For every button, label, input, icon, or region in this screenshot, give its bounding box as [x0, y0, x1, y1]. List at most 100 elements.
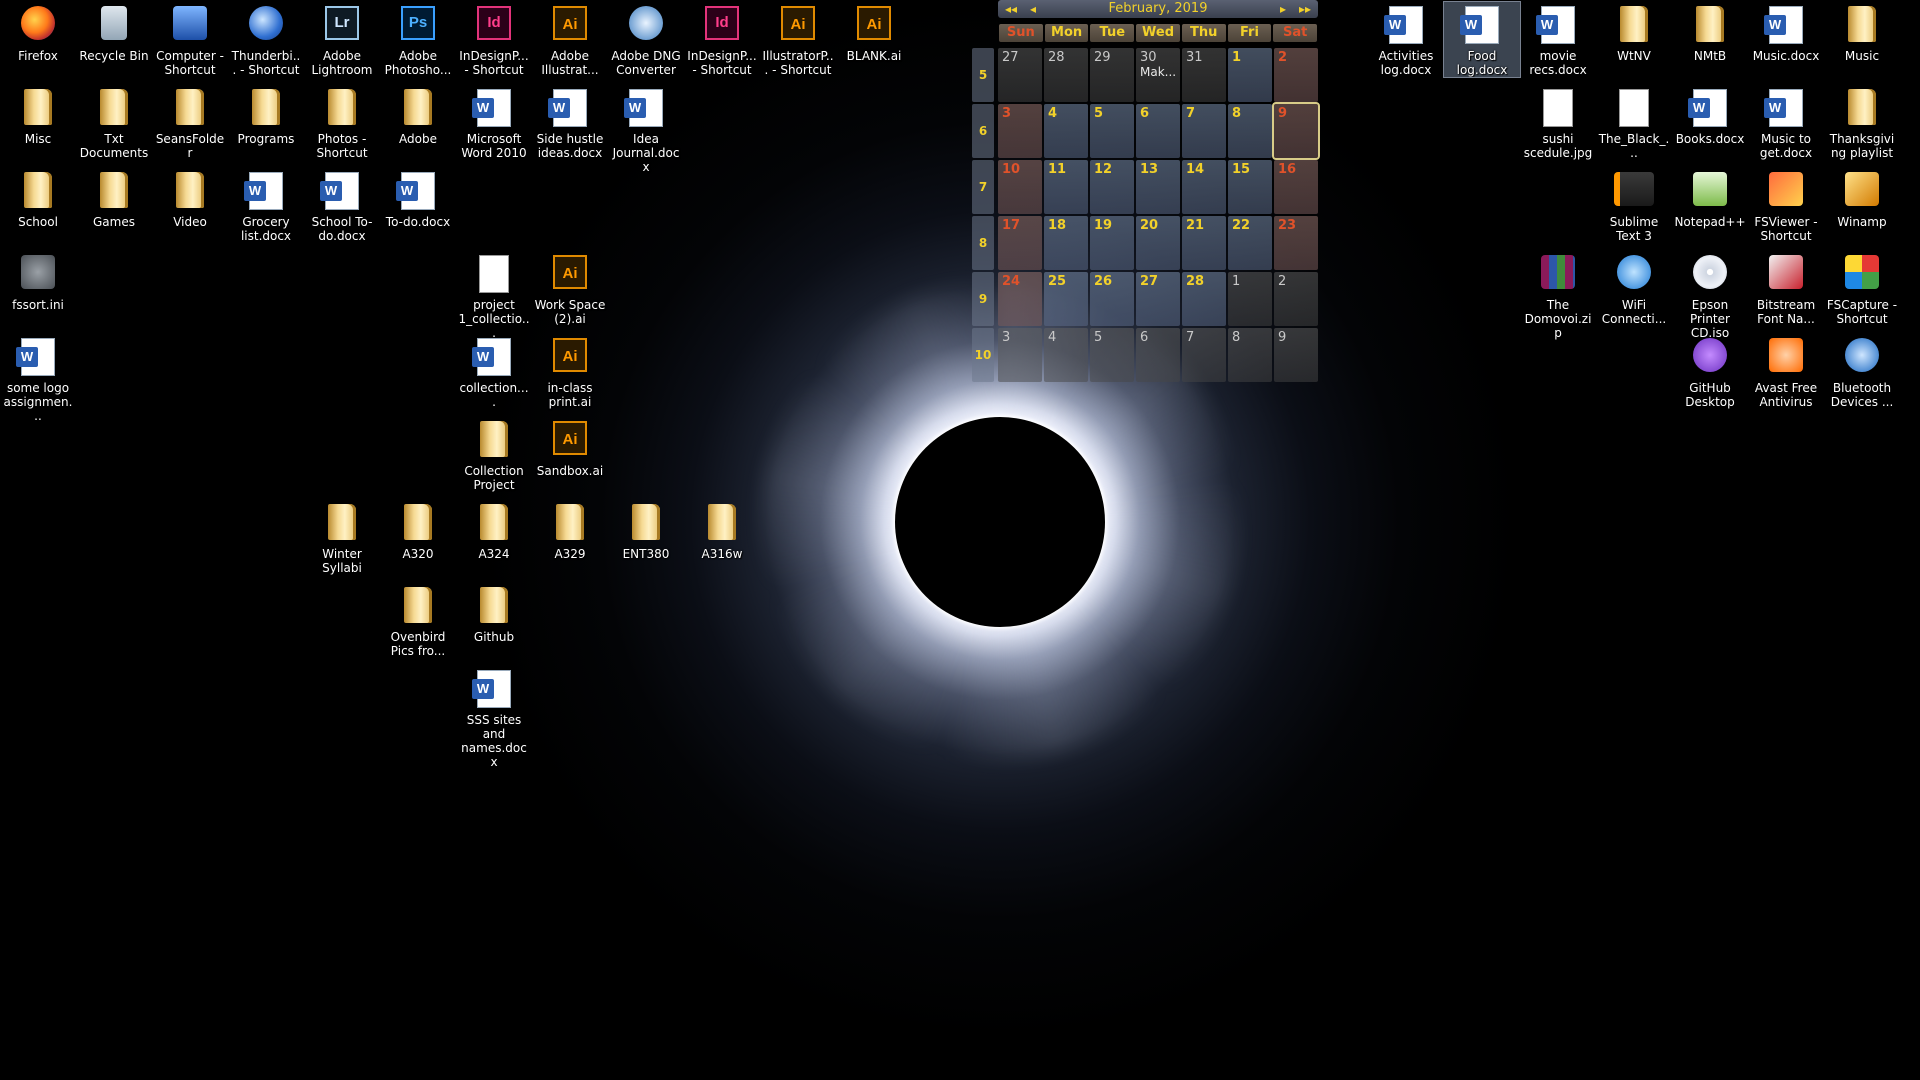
- desktop-icon-avast-free-antivirus[interactable]: Avast Free Antivirus: [1748, 334, 1824, 409]
- desktop-icon-indesignp-shortcut[interactable]: Id InDesignP... - Shortcut: [684, 2, 760, 77]
- desktop-icon-misc[interactable]: Misc: [0, 85, 76, 146]
- calendar-day[interactable]: 4: [1044, 328, 1088, 382]
- calendar-day[interactable]: 3: [998, 104, 1042, 158]
- desktop-icon-epson-printer-cd-iso[interactable]: Epson Printer CD.iso: [1672, 251, 1748, 340]
- desktop-icon-notepad[interactable]: Notepad++: [1672, 168, 1748, 229]
- calendar-day[interactable]: 16: [1274, 160, 1318, 214]
- desktop-icon-books-docx[interactable]: W Books.docx: [1672, 85, 1748, 146]
- calendar-day[interactable]: 12: [1090, 160, 1134, 214]
- week-number[interactable]: 9: [972, 272, 994, 326]
- desktop-icon-sublime-text-3[interactable]: Sublime Text 3: [1596, 168, 1672, 243]
- calendar-day[interactable]: 31: [1182, 48, 1226, 102]
- desktop-icon-programs[interactable]: Programs: [228, 85, 304, 146]
- desktop-icon-ovenbird-pics-fro[interactable]: Ovenbird Pics fro...: [380, 583, 456, 658]
- desktop-icon-adobe-dng-converter[interactable]: Adobe DNG Converter: [608, 2, 684, 77]
- desktop-icon-the-black[interactable]: The_Black_...: [1596, 85, 1672, 160]
- desktop-icon-work-space-2-ai[interactable]: Ai Work Space (2).ai: [532, 251, 608, 326]
- desktop-icon-idea-journal-docx[interactable]: W Idea Journal.docx: [608, 85, 684, 174]
- desktop-icon-fssort-ini[interactable]: fssort.ini: [0, 251, 76, 312]
- calendar-day[interactable]: 23: [1274, 216, 1318, 270]
- calendar-day[interactable]: 28: [1044, 48, 1088, 102]
- desktop-icon-bitstream-font-na[interactable]: Bitstream Font Na...: [1748, 251, 1824, 326]
- calendar-day[interactable]: 24: [998, 272, 1042, 326]
- calendar-day[interactable]: 3: [998, 328, 1042, 382]
- desktop-icon-a324[interactable]: A324: [456, 500, 532, 561]
- desktop-icon-blank-ai[interactable]: Ai BLANK.ai: [836, 2, 912, 63]
- calendar-day[interactable]: 27: [998, 48, 1042, 102]
- desktop-icon-a320[interactable]: A320: [380, 500, 456, 561]
- desktop-icon-collection[interactable]: Wcollection....: [456, 334, 532, 409]
- desktop-icon-school-to-do-docx[interactable]: W School To-do.docx: [304, 168, 380, 243]
- week-number[interactable]: 8: [972, 216, 994, 270]
- desktop-icon-wifi-connecti[interactable]: WiFi Connecti...: [1596, 251, 1672, 326]
- desktop-icon-in-class-print-ai[interactable]: Ai in-class print.ai: [532, 334, 608, 409]
- calendar-day[interactable]: 6: [1136, 328, 1180, 382]
- desktop-icon-grocery-list-docx[interactable]: W Grocery list.docx: [228, 168, 304, 243]
- week-number[interactable]: 10: [972, 328, 994, 382]
- prev-year-icon[interactable]: ◂◂: [1002, 0, 1020, 18]
- desktop-icon-thanksgiving-playlist[interactable]: Thanksgiving playlist: [1824, 85, 1900, 160]
- desktop-icon-video[interactable]: Video: [152, 168, 228, 229]
- desktop-icon-fsviewer-shortcut[interactable]: FSViewer - Shortcut: [1748, 168, 1824, 243]
- calendar-day[interactable]: 5: [1090, 328, 1134, 382]
- calendar-day[interactable]: 20: [1136, 216, 1180, 270]
- calendar-day[interactable]: 28: [1182, 272, 1226, 326]
- calendar-day[interactable]: 22: [1228, 216, 1272, 270]
- calendar-day[interactable]: 29: [1090, 48, 1134, 102]
- desktop-icon-illustratorp-shortcut[interactable]: Ai IllustratorP... - Shortcut: [760, 2, 836, 77]
- desktop-icon-school[interactable]: School: [0, 168, 76, 229]
- desktop-icon-a316w[interactable]: A316w: [684, 500, 760, 561]
- desktop-icon-thunderbi-shortcut[interactable]: Thunderbi... - Shortcut: [228, 2, 304, 77]
- desktop-icon-to-do-docx[interactable]: W To-do.docx: [380, 168, 456, 229]
- calendar-day[interactable]: 25: [1044, 272, 1088, 326]
- desktop-icon-indesignp-shortcut[interactable]: Id InDesignP... - Shortcut: [456, 2, 532, 77]
- desktop-icon-ent380[interactable]: ENT380: [608, 500, 684, 561]
- desktop-icon-github-desktop[interactable]: GitHub Desktop: [1672, 334, 1748, 409]
- desktop-icon-firefox[interactable]: Firefox: [0, 2, 76, 63]
- calendar-day[interactable]: 8: [1228, 328, 1272, 382]
- calendar-day[interactable]: 19: [1090, 216, 1134, 270]
- desktop-icon-bluetooth-devices[interactable]: Bluetooth Devices ...: [1824, 334, 1900, 409]
- desktop-icon-project-1-collectio[interactable]: project 1_collectio...: [456, 251, 532, 340]
- desktop-icon-recycle-bin[interactable]: Recycle Bin: [76, 2, 152, 63]
- desktop-icon-txt-documents[interactable]: Txt Documents: [76, 85, 152, 160]
- desktop-icon-winamp[interactable]: Winamp: [1824, 168, 1900, 229]
- desktop-icon-microsoft-word-2010[interactable]: W Microsoft Word 2010: [456, 85, 532, 160]
- calendar-day[interactable]: 1: [1228, 272, 1272, 326]
- desktop-icon-nmtb[interactable]: NMtB: [1672, 2, 1748, 63]
- desktop-icon-music-docx[interactable]: W Music.docx: [1748, 2, 1824, 63]
- desktop-icon-wtnv[interactable]: WtNV: [1596, 2, 1672, 63]
- calendar-day[interactable]: 14: [1182, 160, 1226, 214]
- desktop-icon-adobe[interactable]: Adobe: [380, 85, 456, 146]
- calendar-day[interactable]: 2: [1274, 272, 1318, 326]
- calendar-day[interactable]: 8: [1228, 104, 1272, 158]
- week-number[interactable]: 6: [972, 104, 994, 158]
- calendar-day[interactable]: 17: [998, 216, 1042, 270]
- desktop-icon-games[interactable]: Games: [76, 168, 152, 229]
- desktop-icon-computer-shortcut[interactable]: Computer - Shortcut: [152, 2, 228, 77]
- calendar-day[interactable]: 30 Mak...: [1136, 48, 1180, 102]
- calendar-day[interactable]: 10: [998, 160, 1042, 214]
- desktop-icon-fscapture-shortcut[interactable]: FSCapture - Shortcut: [1824, 251, 1900, 326]
- week-number[interactable]: 5: [972, 48, 994, 102]
- desktop-icon-seansfolder[interactable]: SeansFolder: [152, 85, 228, 160]
- desktop-icon-adobe-illustrat[interactable]: Ai Adobe Illustrat...: [532, 2, 608, 77]
- desktop-icon-photos-shortcut[interactable]: Photos - Shortcut: [304, 85, 380, 160]
- calendar-day[interactable]: 9: [1272, 102, 1320, 160]
- desktop-icon-sushi-scedule-jpg[interactable]: sushi scedule.jpg: [1520, 85, 1596, 160]
- next-year-icon[interactable]: ▸▸: [1296, 0, 1314, 18]
- calendar-day[interactable]: 1: [1228, 48, 1272, 102]
- desktop-icon-music[interactable]: Music: [1824, 2, 1900, 63]
- calendar-day[interactable]: 2: [1274, 48, 1318, 102]
- prev-month-icon[interactable]: ◂: [1024, 0, 1042, 18]
- desktop-icon-collection-project[interactable]: Collection Project: [456, 417, 532, 492]
- calendar-day[interactable]: 7: [1182, 328, 1226, 382]
- calendar-day[interactable]: 7: [1182, 104, 1226, 158]
- calendar-day[interactable]: 27: [1136, 272, 1180, 326]
- calendar-day[interactable]: 6: [1136, 104, 1180, 158]
- desktop-icon-adobe-lightroom[interactable]: Lr Adobe Lightroom: [304, 2, 380, 77]
- calendar-day[interactable]: 21: [1182, 216, 1226, 270]
- desktop-icon-side-hustle-ideas-docx[interactable]: W Side hustle ideas.docx: [532, 85, 608, 160]
- desktop-icon-activities-log-docx[interactable]: W Activities log.docx: [1368, 2, 1444, 77]
- calendar-title[interactable]: February, 2019: [1109, 1, 1208, 16]
